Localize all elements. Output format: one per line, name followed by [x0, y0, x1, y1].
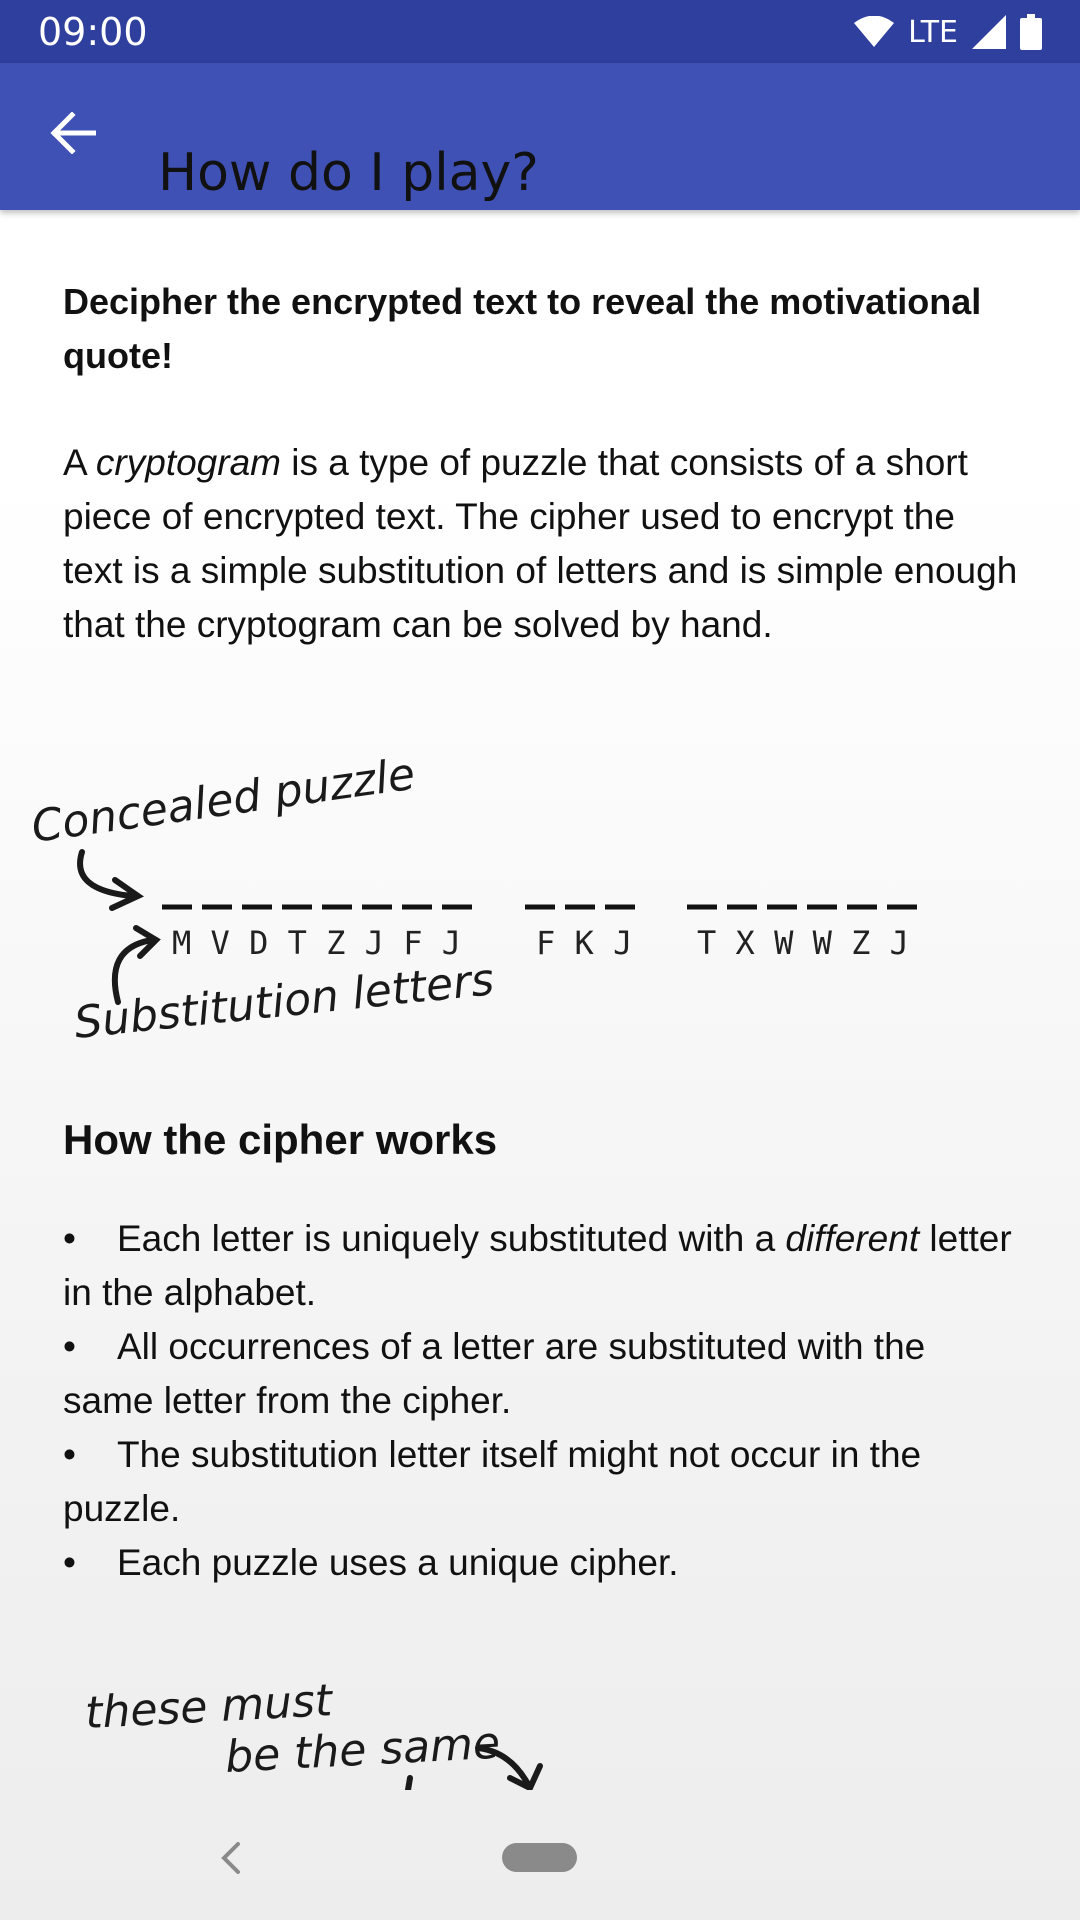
bullet-dot: •: [63, 1434, 76, 1475]
substitution-letters-annotation: Substitution letters: [72, 954, 496, 1049]
nav-back-icon[interactable]: [210, 1838, 250, 1878]
status-bar: 09:00 LTE: [0, 0, 1080, 63]
rule-text: Each puzzle uses a unique cipher.: [117, 1542, 679, 1583]
list-item: • Each letter is uniquely substituted wit…: [63, 1212, 1023, 1320]
status-time: 09:00: [38, 10, 148, 54]
intro-paragraph: A cryptogram is a type of puzzle that co…: [63, 436, 1023, 652]
rule-text-emphasis: different: [785, 1218, 920, 1259]
network-type-label: LTE: [908, 14, 958, 50]
annotation-arrow-concealed: [77, 849, 145, 911]
nav-home-button[interactable]: [502, 1843, 577, 1872]
rule-text: The substitution letter itself might not…: [63, 1434, 922, 1529]
battery-icon: [1020, 14, 1042, 50]
status-icons: LTE: [854, 14, 1042, 50]
bullet-dot: •: [63, 1542, 76, 1583]
signal-icon: [972, 15, 1006, 49]
arrow-back-icon: [50, 112, 96, 154]
rule-text: All occurrences of a letter are substitu…: [63, 1326, 926, 1421]
annotation-arrow-same-2: [405, 1775, 413, 1790]
bullet-dot: •: [63, 1326, 76, 1367]
intro-paragraph-start: A: [63, 442, 96, 483]
list-item: • Each puzzle uses a unique cipher.: [63, 1536, 1023, 1590]
list-item: • The substitution letter itself might no…: [63, 1428, 1023, 1536]
cipher-heading: How the cipher works: [63, 1116, 498, 1163]
back-button[interactable]: [44, 104, 102, 162]
cipher-rules-list: • Each letter is uniquely substituted wit…: [63, 1212, 1023, 1590]
puzzle-word-2: F K J: [536, 924, 632, 962]
page-title: How do I play?: [158, 142, 539, 203]
intro-paragraph-emphasis: cryptogram: [95, 442, 281, 483]
puzzle-word-3: T X W W Z J: [697, 924, 909, 962]
list-item: • All occurrences of a letter are substit…: [63, 1320, 1023, 1428]
rule-text: Each letter is uniquely substituted with…: [117, 1218, 786, 1259]
same-letters-diagram: these must be the same: [84, 1675, 543, 1790]
intro-lead: Decipher the encrypted text to reveal th…: [63, 281, 982, 376]
concealed-puzzle-annotation: Concealed puzzle: [28, 749, 418, 853]
bullet-dot: •: [63, 1218, 76, 1259]
puzzle-word-1: M V D T Z J F J: [172, 924, 461, 962]
puzzle-diagram: Concealed puzzle M V D T Z J F J F K J T…: [28, 749, 923, 1049]
wifi-icon: [854, 16, 895, 47]
